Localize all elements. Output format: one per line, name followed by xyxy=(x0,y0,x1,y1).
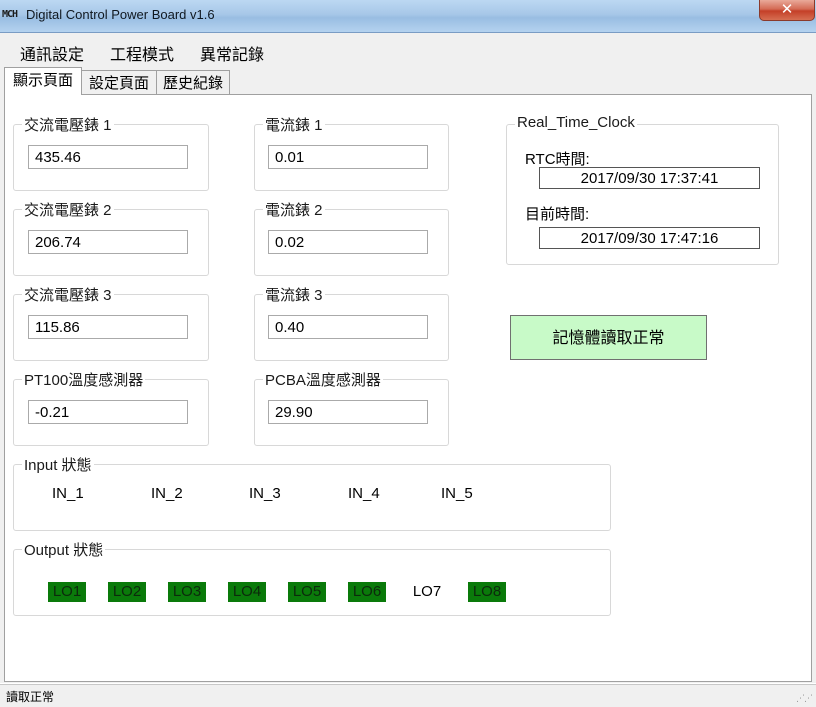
menu-bar: 通訊設定 工程模式 異常記錄 xyxy=(0,33,816,67)
current-time-label: 目前時間: xyxy=(525,206,590,223)
pt100-value[interactable]: -0.21 xyxy=(28,400,188,424)
voltmeter-1-label: 交流電壓錶 1 xyxy=(22,114,114,135)
input-indicator-5: IN_5 xyxy=(441,485,473,502)
tab-history[interactable]: 歷史紀錄 xyxy=(156,70,230,95)
pt100-label: PT100溫度感測器 xyxy=(22,369,146,390)
output-indicator-5: LO5 xyxy=(288,582,326,602)
voltmeter-1-value[interactable]: 435.46 xyxy=(28,145,188,169)
ammeter-3-value[interactable]: 0.40 xyxy=(268,315,428,339)
close-button[interactable]: ✕ xyxy=(759,0,815,21)
input-status-group: Input 狀態 xyxy=(13,454,611,531)
menu-comm-settings[interactable]: 通訊設定 xyxy=(20,41,84,65)
voltmeter-2-value[interactable]: 206.74 xyxy=(28,230,188,254)
rtc-time-label: RTC時間: xyxy=(525,151,590,168)
output-indicator-4: LO4 xyxy=(228,582,266,602)
pcba-value[interactable]: 29.90 xyxy=(268,400,428,424)
tab-display[interactable]: 顯示頁面 xyxy=(4,67,82,95)
input-indicator-2: IN_2 xyxy=(151,485,183,502)
menu-engineering-mode[interactable]: 工程模式 xyxy=(110,41,174,65)
title-bar: MCH Digital Control Power Board v1.6 ✕ xyxy=(0,0,816,33)
output-status-title: Output 狀態 xyxy=(22,539,106,560)
output-indicator-3: LO3 xyxy=(168,582,206,602)
rtc-time-value: 2017/09/30 17:37:41 xyxy=(539,167,760,189)
voltmeter-3-value[interactable]: 115.86 xyxy=(28,315,188,339)
ammeter-1-label: 電流錶 1 xyxy=(263,114,325,135)
window-title: Digital Control Power Board v1.6 xyxy=(26,7,215,22)
ammeter-2-value[interactable]: 0.02 xyxy=(268,230,428,254)
output-indicator-6: LO6 xyxy=(348,582,386,602)
input-indicator-4: IN_4 xyxy=(348,485,380,502)
output-indicator-7: LO7 xyxy=(412,583,442,600)
output-indicator-8: LO8 xyxy=(468,582,506,602)
current-time-value: 2017/09/30 17:47:16 xyxy=(539,227,760,249)
input-indicator-1: IN_1 xyxy=(52,485,84,502)
memory-status-indicator: 記憶體讀取正常 xyxy=(510,315,707,360)
ammeter-3-label: 電流錶 3 xyxy=(263,284,325,305)
ammeter-2-label: 電流錶 2 xyxy=(263,199,325,220)
resize-grip-icon[interactable]: ⋰⋰ xyxy=(796,694,813,704)
menu-error-log[interactable]: 異常記錄 xyxy=(200,41,264,65)
input-indicator-3: IN_3 xyxy=(249,485,281,502)
output-indicator-2: LO2 xyxy=(108,582,146,602)
pcba-label: PCBA溫度感測器 xyxy=(263,369,383,390)
voltmeter-2-label: 交流電壓錶 2 xyxy=(22,199,114,220)
output-indicator-1: LO1 xyxy=(48,582,86,602)
status-bar: 讀取正常 ⋰⋰ xyxy=(0,684,816,707)
voltmeter-3-label: 交流電壓錶 3 xyxy=(22,284,114,305)
status-text: 讀取正常 xyxy=(6,690,55,704)
input-status-title: Input 狀態 xyxy=(22,454,94,475)
tab-settings[interactable]: 設定頁面 xyxy=(81,70,157,95)
ammeter-1-value[interactable]: 0.01 xyxy=(268,145,428,169)
app-logo-icon: MCH xyxy=(2,9,18,20)
rtc-group-title: Real_Time_Clock xyxy=(515,114,637,131)
